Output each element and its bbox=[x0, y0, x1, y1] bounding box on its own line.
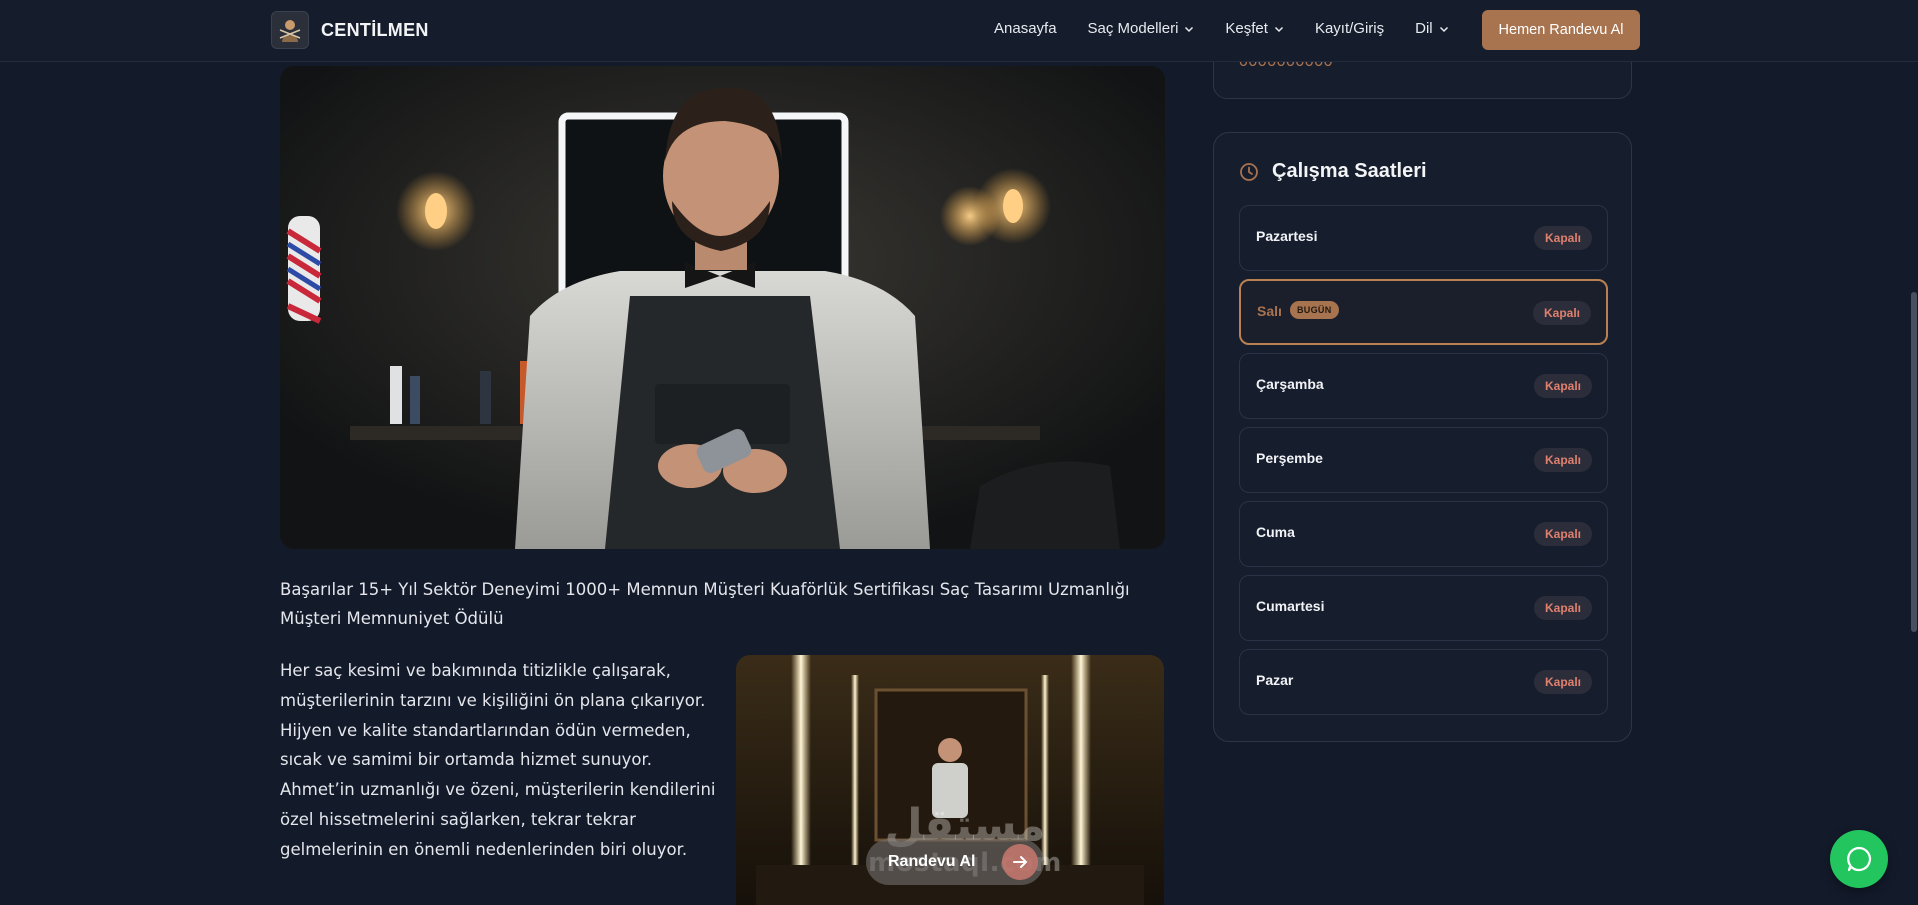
day-name: Perşembe bbox=[1256, 450, 1323, 466]
main-nav: Anasayfa Saç Modelleri Keşfet Kayıt/Giri… bbox=[994, 20, 1480, 37]
status-badge: Kapalı bbox=[1533, 522, 1592, 546]
chevron-down-icon bbox=[1185, 26, 1194, 32]
day-row-persembe: Perşembe Kapalı bbox=[1239, 427, 1608, 493]
day-name: Salı bbox=[1257, 303, 1282, 319]
status-badge: Kapalı bbox=[1533, 670, 1592, 694]
whatsapp-button[interactable] bbox=[1830, 830, 1888, 888]
nav-label: Keşfet bbox=[1225, 20, 1268, 37]
barber-portrait-image bbox=[280, 66, 1165, 549]
salon-interior-image: مستقل mostaql.com Randevu Al bbox=[736, 655, 1164, 905]
day-name: Cuma bbox=[1256, 524, 1295, 540]
nav-item-anasayfa[interactable]: Anasayfa bbox=[994, 20, 1057, 37]
status-badge: Kapalı bbox=[1532, 301, 1591, 325]
day-row-cumartesi: Cumartesi Kapalı bbox=[1239, 575, 1608, 641]
day-row-pazar: Pazar Kapalı bbox=[1239, 649, 1608, 715]
nav-label: Saç Modelleri bbox=[1087, 20, 1179, 37]
day-name: Cumartesi bbox=[1256, 598, 1325, 614]
arrow-right-icon bbox=[1002, 844, 1038, 880]
status-badge: Kapalı bbox=[1533, 226, 1592, 250]
day-row-cuma: Cuma Kapalı bbox=[1239, 501, 1608, 567]
page-scrollbar-thumb[interactable] bbox=[1911, 292, 1917, 632]
nav-item-dil[interactable]: Dil bbox=[1415, 20, 1449, 37]
working-hours-title: Çalışma Saatleri bbox=[1272, 160, 1427, 182]
nav-label: Dil bbox=[1415, 20, 1433, 37]
randevu-al-button[interactable]: Randevu Al bbox=[866, 839, 1044, 885]
nav-item-kayit-giris[interactable]: Kayıt/Giriş bbox=[1315, 20, 1384, 37]
barber-description: Her saç kesimi ve bakımında titizlikle ç… bbox=[280, 661, 716, 859]
day-row-carsamba: Çarşamba Kapalı bbox=[1239, 353, 1608, 419]
top-navbar: CENTİLMEN Anasayfa Saç Modelleri Keşfet … bbox=[0, 0, 1918, 62]
status-badge: Kapalı bbox=[1533, 374, 1592, 398]
nav-label: Kayıt/Giriş bbox=[1314, 20, 1385, 37]
chevron-down-icon bbox=[1274, 26, 1283, 32]
day-row-pazartesi: Pazartesi Kapalı bbox=[1239, 205, 1608, 271]
day-name: Çarşamba bbox=[1256, 376, 1324, 392]
day-row-sali: Salı BUGÜN Kapalı bbox=[1239, 279, 1608, 345]
status-badge: Kapalı bbox=[1533, 448, 1592, 472]
randevu-al-label: Randevu Al bbox=[888, 853, 976, 870]
nav-item-kesfet[interactable]: Keşfet bbox=[1225, 20, 1284, 37]
working-hours-card: Çalışma Saatleri Pazartesi Kapalı Salı B… bbox=[1213, 132, 1632, 742]
working-hours-header: Çalışma Saatleri bbox=[1239, 160, 1427, 183]
day-name: Pazartesi bbox=[1256, 228, 1318, 244]
brand[interactable]: CENTİLMEN bbox=[271, 11, 429, 49]
barber-logo-icon bbox=[271, 11, 309, 49]
day-name: Pazar bbox=[1256, 672, 1294, 688]
clock-icon bbox=[1240, 162, 1258, 181]
nav-label: Anasayfa bbox=[994, 20, 1057, 37]
today-badge: BUGÜN bbox=[1290, 301, 1339, 319]
brand-name: CENTİLMEN bbox=[321, 19, 429, 40]
whatsapp-icon bbox=[1847, 846, 1872, 872]
achievements-text: Başarılar 15+ Yıl Sektör Deneyimi 1000+ … bbox=[280, 580, 1130, 628]
status-badge: Kapalı bbox=[1533, 596, 1592, 620]
book-appointment-button[interactable]: Hemen Randevu Al bbox=[1482, 10, 1640, 50]
nav-item-sac-modelleri[interactable]: Saç Modelleri bbox=[1088, 20, 1195, 37]
chevron-down-icon bbox=[1439, 26, 1448, 32]
